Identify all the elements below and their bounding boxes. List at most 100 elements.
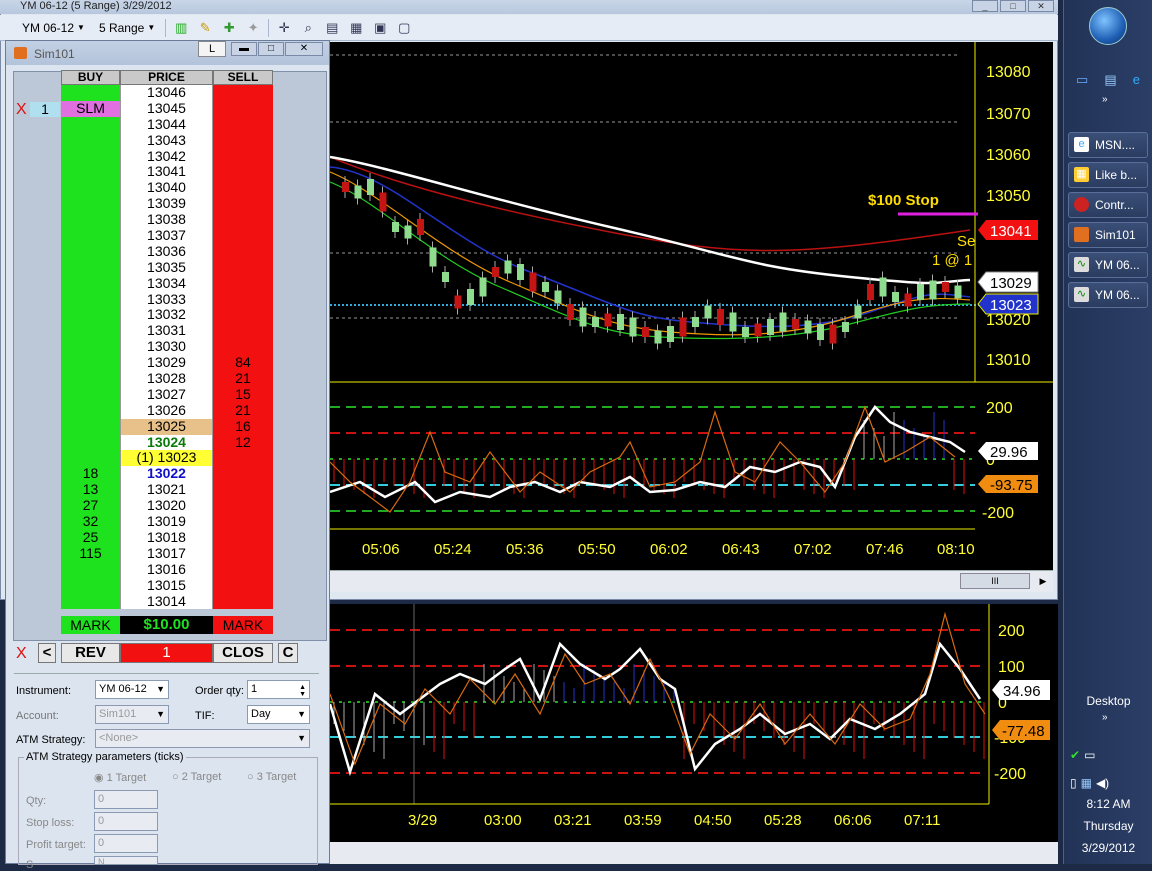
profit-target-input[interactable]: 0: [94, 834, 158, 853]
close-all-x[interactable]: X: [16, 645, 27, 663]
close-position-button[interactable]: CLOS: [213, 643, 273, 663]
sell-cell[interactable]: [213, 545, 273, 562]
working-order-cell[interactable]: SLM: [61, 100, 120, 117]
taskbar-item-sim101[interactable]: Sim101: [1068, 222, 1148, 248]
price-cell[interactable]: 13044: [120, 116, 213, 133]
price-cell[interactable]: 13026: [120, 402, 213, 419]
buy-cell[interactable]: [61, 434, 120, 451]
price-cell[interactable]: 13045: [120, 100, 213, 117]
buy-cell[interactable]: [61, 243, 120, 260]
crosshair-icon[interactable]: ✛: [275, 19, 293, 37]
sell-cell[interactable]: [213, 275, 273, 292]
dom-close-button[interactable]: ✕: [285, 42, 323, 56]
zoom-icon[interactable]: ⌕: [299, 19, 317, 37]
price-cell[interactable]: 13034: [120, 275, 213, 292]
buy-cell[interactable]: [61, 418, 120, 435]
sell-cell[interactable]: 21: [213, 370, 273, 387]
sell-cell[interactable]: [213, 323, 273, 340]
price-chart-panel[interactable]: $100 Stop Se 1 @ 1 13080 13070 13060 130…: [329, 42, 1053, 570]
buy-cell[interactable]: [61, 291, 120, 308]
network-icon[interactable]: ▦: [1081, 776, 1092, 790]
taskbar-item-like[interactable]: ▦ Like b...: [1068, 162, 1148, 188]
instrument-select[interactable]: YM 06-12 ▼: [95, 680, 169, 699]
buy-cell[interactable]: [61, 212, 120, 229]
center-button[interactable]: C: [278, 643, 298, 663]
sell-cell[interactable]: [213, 498, 273, 515]
buy-cell[interactable]: [61, 450, 120, 467]
sell-cell[interactable]: [213, 259, 273, 276]
instrument-dropdown[interactable]: YM 06-12 ▼: [18, 19, 89, 37]
target-1-radio[interactable]: ◉ 1 Target: [94, 771, 146, 784]
link-button[interactable]: L: [198, 41, 226, 57]
sell-cell[interactable]: [213, 514, 273, 530]
strategy-icon[interactable]: ✦: [244, 19, 262, 37]
spinner-icon[interactable]: ▲ ▼: [299, 684, 306, 698]
sell-cell[interactable]: [213, 164, 273, 181]
price-cell[interactable]: 13024: [120, 434, 213, 451]
buy-cell[interactable]: [61, 371, 120, 387]
expand-chevron-icon[interactable]: »: [1102, 712, 1108, 723]
sell-cell[interactable]: [213, 132, 273, 149]
sell-cell[interactable]: 15: [213, 386, 273, 403]
buy-cell[interactable]: [61, 164, 120, 181]
sell-cell[interactable]: [213, 100, 273, 117]
buy-cell[interactable]: [61, 577, 120, 594]
sell-cell[interactable]: [213, 196, 273, 213]
price-cell[interactable]: 13042: [120, 148, 213, 165]
price-cell[interactable]: 13020: [120, 497, 213, 515]
sell-cell[interactable]: [213, 180, 273, 197]
scrollbar-thumb[interactable]: III: [960, 573, 1030, 589]
buy-cell[interactable]: [61, 593, 120, 610]
sell-cell[interactable]: [213, 450, 273, 467]
price-cell[interactable]: 13027: [120, 386, 213, 403]
sell-cell[interactable]: [213, 85, 273, 101]
close-button[interactable]: ✕: [1028, 0, 1054, 12]
buy-cell[interactable]: [61, 132, 120, 149]
chart-scrollbar[interactable]: III ▶: [330, 570, 1053, 592]
chart-titlebar[interactable]: YM 06-12 (5 Range) 3/29/2012 _ □ ✕: [0, 0, 1058, 14]
sell-cell[interactable]: [213, 291, 273, 308]
sell-cell[interactable]: [213, 529, 273, 546]
taskbar-item-chart-1[interactable]: ∿ YM 06...: [1068, 252, 1148, 278]
price-cell[interactable]: 13039: [120, 195, 213, 213]
start-button[interactable]: [1089, 7, 1127, 45]
price-cell[interactable]: (1) 13023: [120, 450, 213, 467]
price-cell[interactable]: 13021: [120, 481, 213, 499]
secondary-scrollbar[interactable]: [330, 842, 1058, 864]
price-cell[interactable]: 13040: [120, 179, 213, 197]
reverse-button[interactable]: REV: [61, 643, 120, 663]
properties-icon[interactable]: ▤: [323, 19, 341, 37]
buy-cell[interactable]: [61, 116, 120, 133]
switch-windows-icon[interactable]: ▤: [1104, 72, 1116, 90]
price-cell[interactable]: 13014: [120, 593, 213, 610]
price-cell[interactable]: 13033: [120, 291, 213, 308]
buy-cell[interactable]: 27: [61, 497, 120, 515]
price-cell[interactable]: 13032: [120, 307, 213, 324]
chart-trader-icon[interactable]: ▢: [395, 19, 413, 37]
expand-chevron-icon[interactable]: »: [1102, 94, 1108, 105]
price-cell[interactable]: 13028: [120, 370, 213, 387]
clock-time[interactable]: 8:12 AM: [1064, 797, 1152, 811]
stop-loss-input[interactable]: 0: [94, 812, 158, 831]
sell-cell[interactable]: 12: [213, 434, 273, 451]
mark-buy-button[interactable]: MARK: [61, 616, 120, 634]
buy-cell[interactable]: [61, 561, 120, 578]
buy-cell[interactable]: [61, 386, 120, 403]
sell-cell[interactable]: 21: [213, 402, 273, 419]
add-indicator-icon[interactable]: ✚: [220, 19, 238, 37]
price-cell[interactable]: 13037: [120, 227, 213, 244]
buy-cell[interactable]: [61, 228, 120, 244]
buy-cell[interactable]: 13: [61, 481, 120, 499]
order-qty-input[interactable]: 1 ▲ ▼: [247, 680, 310, 699]
buy-cell[interactable]: [61, 323, 120, 340]
volume-icon[interactable]: ◀): [1096, 776, 1109, 790]
desktop-icon[interactable]: ▭: [1076, 72, 1088, 90]
secondary-chart-svg[interactable]: 200 100 0 -100 -200 34.96 -77.48 3/29 03…: [328, 604, 1058, 864]
period-dropdown[interactable]: 5 Range ▼: [95, 19, 159, 37]
price-cell[interactable]: 13019: [120, 513, 213, 530]
pencil-icon[interactable]: ✎: [196, 19, 214, 37]
data-box-icon[interactable]: ▦: [347, 19, 365, 37]
price-cell[interactable]: 13041: [120, 164, 213, 181]
price-chart-svg[interactable]: $100 Stop Se 1 @ 1 13080 13070 13060 130…: [329, 42, 1053, 570]
desktop-toolbar-label[interactable]: Desktop: [1064, 694, 1152, 708]
